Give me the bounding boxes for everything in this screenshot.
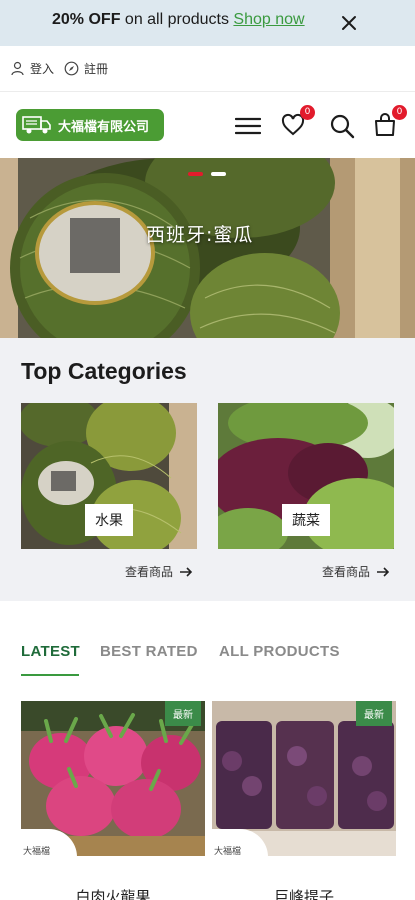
product-name[interactable]: 白肉火龍果 — [21, 886, 205, 900]
hero-banner[interactable]: 西班牙:蜜瓜 — [0, 158, 415, 338]
account-bar: 登入 註冊 — [0, 46, 415, 92]
search-icon[interactable] — [329, 113, 355, 139]
tab-best-rated[interactable]: BEST RATED — [100, 643, 198, 660]
register-label: 註冊 — [84, 62, 109, 76]
promo-discount: 20% OFF — [52, 11, 121, 28]
login-label: 登入 — [30, 62, 55, 76]
login-link[interactable]: 登入 — [10, 60, 54, 77]
truck-logo-icon — [22, 116, 51, 134]
cart-button[interactable]: 0 — [373, 105, 407, 139]
category-card-vegetables[interactable]: 蔬菜 — [218, 403, 394, 549]
logo-text: 大福檔有限公司 — [58, 119, 150, 135]
tab-all-products[interactable]: ALL PRODUCTS — [219, 643, 340, 660]
logo[interactable]: 大福檔有限公司 — [16, 109, 164, 141]
hero-melon-image — [0, 158, 415, 338]
category-label: 蔬菜 — [282, 504, 330, 536]
active-tab-indicator — [21, 674, 79, 676]
category-view-link-vegetables[interactable]: 查看商品 — [322, 563, 390, 580]
hero-dot-2[interactable] — [211, 172, 226, 176]
section-title: Top Categories — [21, 358, 187, 384]
view-products-label: 查看商品 — [322, 565, 371, 579]
wishlist-button[interactable]: 0 — [281, 105, 315, 139]
close-icon[interactable] — [338, 12, 360, 34]
hero-caption: 西班牙:蜜瓜 — [146, 224, 254, 246]
promo-text: on all products — [120, 11, 234, 28]
menu-icon[interactable] — [235, 113, 261, 139]
cart-count-badge: 0 — [392, 105, 407, 120]
new-badge: 最新 — [165, 701, 201, 726]
register-link[interactable]: 註冊 — [64, 60, 108, 77]
category-view-link-fruit[interactable]: 查看商品 — [125, 563, 193, 580]
tab-latest[interactable]: LATEST — [21, 643, 80, 660]
promo-message: 20% OFF on all products Shop now — [52, 11, 305, 29]
hero-pagination — [188, 172, 226, 176]
arrow-right-icon — [180, 566, 193, 577]
user-icon — [11, 61, 24, 76]
product-tabs: LATEST BEST RATED ALL PRODUCTS — [0, 601, 415, 701]
hero-dot-1[interactable] — [188, 172, 203, 176]
view-products-label: 查看商品 — [125, 565, 174, 579]
top-categories-section: Top Categories 水果 查看商品 蔬菜 查看商品 — [0, 338, 415, 601]
category-card-fruit[interactable]: 水果 — [21, 403, 197, 549]
shop-now-link[interactable]: Shop now — [233, 11, 304, 28]
wishlist-count-badge: 0 — [300, 105, 315, 120]
product-image-link[interactable]: 最新 大福檔 — [21, 701, 205, 856]
arrow-right-icon — [377, 566, 390, 577]
promo-bar: 20% OFF on all products Shop now — [0, 0, 415, 46]
compass-icon — [64, 61, 79, 76]
category-label: 水果 — [85, 504, 133, 536]
product-card: 最新 大福檔 巨峰提子 — [212, 701, 396, 900]
site-header: 大福檔有限公司 0 0 — [0, 92, 415, 158]
product-name[interactable]: 巨峰提子 — [212, 886, 396, 900]
product-image-link[interactable]: 最新 大福檔 — [212, 701, 396, 856]
product-card: 最新 大福檔 白肉火龍果 — [21, 701, 205, 900]
new-badge: 最新 — [356, 701, 392, 726]
